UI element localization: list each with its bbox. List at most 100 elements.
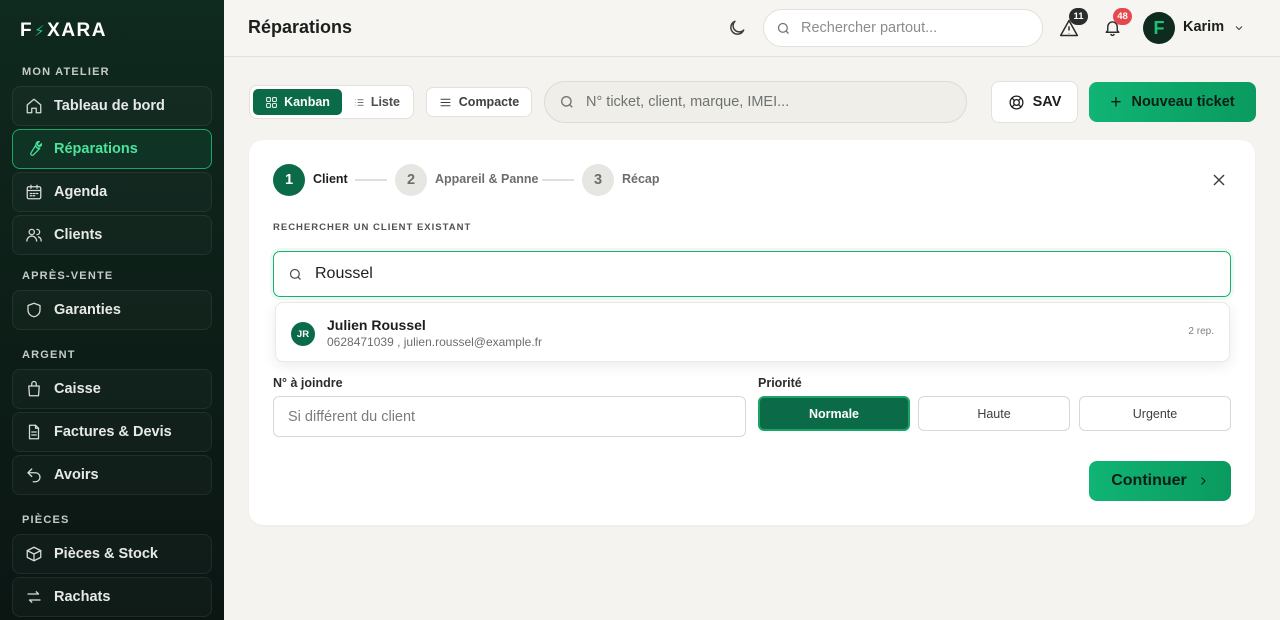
ticket-search-placeholder: N° ticket, client, marque, IMEI... [586,94,790,110]
avatar[interactable]: F [1143,12,1175,44]
chevron-right-icon [1200,477,1206,485]
step-2-label: Appareil & Panne [435,172,539,186]
sidebar-item-rachats[interactable]: Rachats [12,577,212,617]
priority-haute-button[interactable]: Haute [918,396,1070,431]
bolt-icon: ⚡ [34,23,47,40]
step-connector [355,179,387,181]
sidebar-item-avoirs[interactable]: Avoirs [12,455,212,495]
ticket-search-input[interactable]: N° ticket, client, marque, IMEI... [544,81,967,123]
menu-lines-icon [440,98,451,106]
view-kanban-button[interactable]: Kanban [253,89,342,115]
sidebar-item-tableau-de-bord[interactable]: Tableau de bord [12,86,212,126]
step-3-circle[interactable]: 3 [582,164,614,196]
wrench-icon [30,140,43,156]
sidebar-item-label: Clients [54,227,103,243]
client-search-input[interactable]: Roussel [273,251,1231,297]
notifications-badge: 48 [1113,8,1132,25]
search-icon [561,96,573,108]
grid-icon [266,96,277,108]
logo-text-left: F [20,20,34,41]
view-list-button[interactable]: Liste [344,89,410,115]
document-icon [28,424,40,440]
sidebar-item-label: Réparations [54,141,138,157]
alerts-badge: 11 [1069,8,1088,25]
compact-label: Compacte [458,95,520,109]
cash-register-icon [28,380,40,397]
step-1-label: Client [313,172,348,186]
phone-field-placeholder: Si différent du client [288,408,416,425]
sidebar-item-label: Pièces & Stock [54,546,158,562]
sidebar-item-label: Agenda [54,184,108,200]
view-list-label: Liste [370,95,400,109]
priority-urgente-button[interactable]: Urgente [1079,396,1231,431]
sav-button[interactable]: SAV [991,81,1078,123]
sidebar-item-pieces-stock[interactable]: Pièces & Stock [12,534,212,574]
phone-field-label: N° à joindre [273,376,343,390]
client-name: Julien Roussel [327,317,426,333]
section-title-argent: ARGENT [22,349,76,361]
sidebar-item-factures-devis[interactable]: Factures & Devis [12,412,212,452]
exchange-icon [27,591,41,603]
new-ticket-wizard: 1 Client 2 Appareil & Panne 3 Récap RECH… [249,140,1255,525]
topbar: Réparations Rechercher partout... 11 48 … [224,0,1280,57]
moon-icon[interactable] [727,18,747,38]
sidebar-item-label: Garanties [54,302,121,318]
continue-label: Continuer [1111,472,1187,489]
shield-icon [27,302,41,318]
sidebar-item-clients[interactable]: Clients [12,215,212,255]
client-search-label: RECHERCHER UN CLIENT EXISTANT [273,222,472,233]
compact-toggle-button[interactable]: Compacte [426,87,532,117]
home-icon [26,98,42,114]
plus-icon: + [1110,91,1122,113]
section-title-apres-vente: APRÈS-VENTE [22,270,114,282]
app-logo[interactable]: F ⚡ XARA [12,0,212,62]
client-contact: 0628471039 , julien.roussel@example.fr [327,335,542,349]
global-search-input[interactable]: Rechercher partout... [763,9,1043,47]
sidebar-item-label: Factures & Devis [54,424,172,440]
sidebar-item-caisse[interactable]: Caisse [12,369,212,409]
undo-icon [27,468,41,483]
page-title: Réparations [248,17,353,37]
notifications-button[interactable]: 48 [1103,8,1132,40]
section-title-pieces: PIÈCES [22,514,70,526]
list-icon [355,98,364,106]
priority-normale-button[interactable]: Normale [758,396,910,431]
phone-field[interactable]: Si différent du client [273,396,746,437]
view-toggle: Kanban Liste [249,85,414,119]
new-ticket-button[interactable]: + Nouveau ticket [1089,82,1256,122]
step-connector [542,179,574,181]
sidebar: F ⚡ XARA MON ATELIER Tableau de bord Répar… [0,0,224,620]
client-search-value: Roussel [315,265,373,282]
sidebar-item-reparations[interactable]: Réparations [12,129,212,169]
sidebar-item-agenda[interactable]: Agenda [12,172,212,212]
users-icon [26,228,42,242]
client-result-item[interactable]: JR Julien Roussel 0628471039 , julien.ro… [275,302,1230,362]
sidebar-item-label: Tableau de bord [54,98,165,114]
calendar-icon [26,184,42,200]
sav-label: SAV [1032,94,1062,110]
sidebar-item-garanties[interactable]: Garanties [12,290,212,330]
client-repair-count: 2 rep. [1188,326,1214,337]
search-icon [289,268,301,280]
step-2-circle[interactable]: 2 [395,164,427,196]
step-3-label: Récap [622,172,660,186]
section-title-mon-atelier: MON ATELIER [22,66,110,78]
view-kanban-label: Kanban [284,95,330,109]
new-ticket-label: Nouveau ticket [1131,94,1235,110]
global-search-placeholder: Rechercher partout... [801,20,938,36]
client-avatar: JR [291,322,315,346]
lifebuoy-icon [1009,94,1024,110]
chevron-down-icon[interactable] [1233,22,1245,34]
sidebar-item-label: Caisse [54,381,101,397]
step-1-circle[interactable]: 1 [273,164,305,196]
alerts-button[interactable]: 11 [1059,8,1088,40]
search-icon [777,22,789,34]
priority-label: Priorité [758,376,802,390]
box-icon [26,546,42,562]
continue-button[interactable]: Continuer [1089,461,1231,501]
user-name[interactable]: Karim [1183,19,1224,35]
sidebar-item-label: Avoirs [54,467,99,483]
logo-text-right: XARA [47,20,107,41]
close-icon[interactable] [1212,173,1226,187]
sidebar-item-label: Rachats [54,589,111,605]
